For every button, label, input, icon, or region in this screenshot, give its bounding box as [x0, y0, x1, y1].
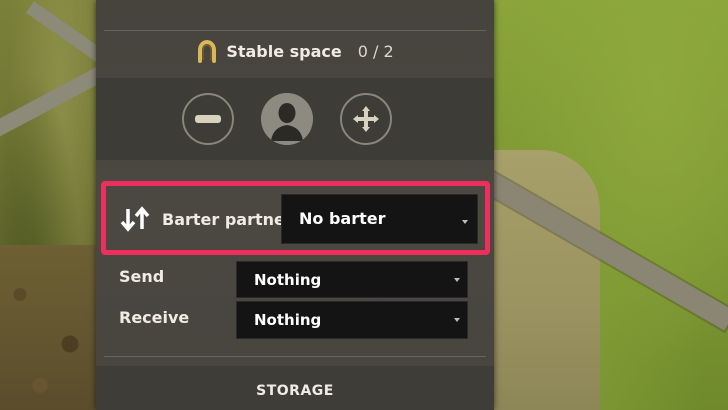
worker-controls: [96, 78, 494, 160]
map-rough-terrain: [0, 245, 100, 410]
person-icon: [261, 93, 313, 145]
send-value: Nothing: [254, 271, 322, 289]
stable-space-label: Stable space: [226, 41, 342, 61]
receive-dropdown[interactable]: Nothing: [236, 301, 468, 339]
barter-partner-dropdown[interactable]: No barter: [281, 194, 478, 244]
receive-value: Nothing: [254, 311, 322, 329]
remove-worker-button[interactable]: [182, 93, 234, 145]
worker-avatar-button[interactable]: [261, 93, 313, 145]
add-worker-button[interactable]: [340, 93, 392, 145]
stable-space-row: Stable space 0 / 2: [96, 36, 494, 66]
swap-arrows-icon: [120, 206, 150, 232]
minus-icon: [195, 115, 221, 123]
caret-down-icon: [454, 278, 460, 282]
barter-partner-value: No barter: [299, 209, 386, 228]
send-dropdown[interactable]: Nothing: [236, 261, 468, 298]
caret-down-icon: [462, 220, 468, 224]
divider: [104, 356, 486, 357]
map-left-field: [0, 0, 100, 410]
building-panel: Stable space 0 / 2 Barter partner No bar…: [96, 0, 494, 410]
caret-down-icon: [454, 318, 460, 322]
receive-label: Receive: [119, 308, 190, 327]
barter-partner-highlight: Barter partner No barter: [101, 181, 490, 255]
storage-title: STORAGE: [256, 383, 334, 399]
storage-section: STORAGE: [96, 366, 494, 410]
divider: [104, 30, 486, 31]
plus-move-icon: [353, 106, 379, 132]
barter-partner-label: Barter partner: [162, 210, 293, 229]
horseshoe-icon: [196, 39, 218, 63]
send-label: Send: [119, 267, 165, 286]
stable-space-count: 0 / 2: [357, 41, 394, 61]
